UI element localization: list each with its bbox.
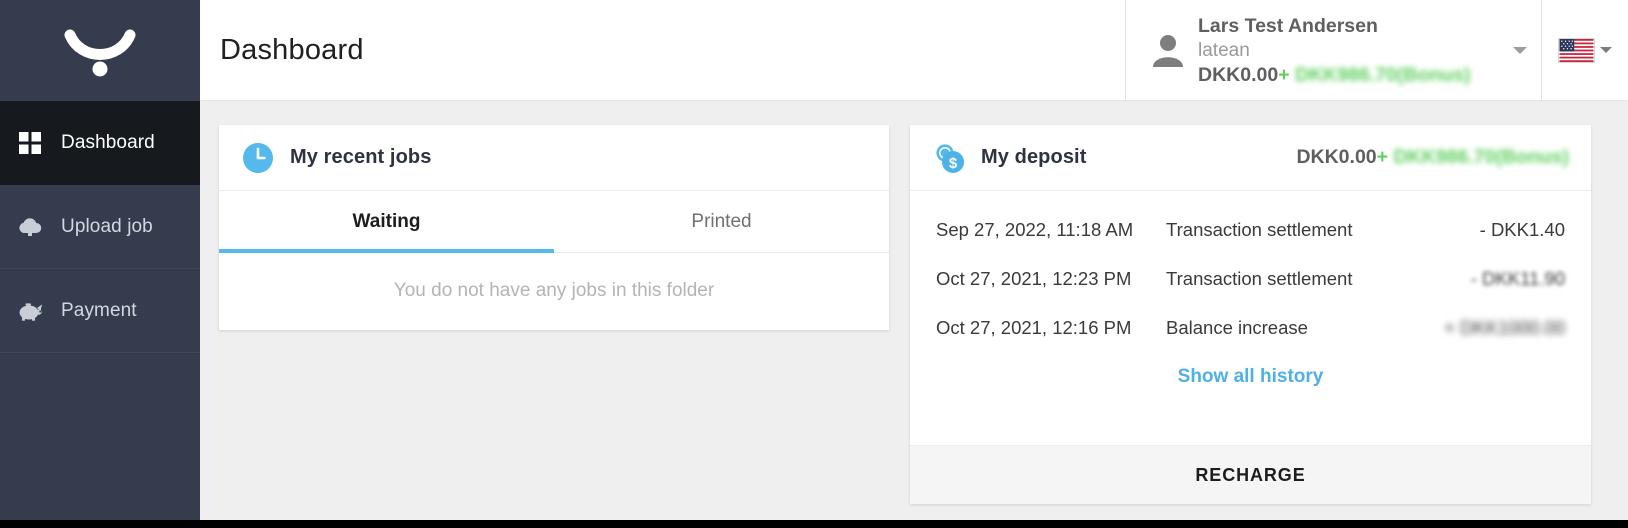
clock-icon — [243, 142, 273, 173]
recharge-footer[interactable]: RECHARGE — [910, 445, 1591, 504]
user-account-menu[interactable]: Lars Test Andersen latean DKK0.00+ DKK98… — [1125, 0, 1542, 100]
transaction-description: Balance increase — [1166, 316, 1308, 338]
deposit-plus-sign: + — [1376, 146, 1389, 168]
user-info: Lars Test Andersen latean DKK0.00+ DKK98… — [1198, 12, 1513, 88]
deposit-balance: DKK0.00+ DKK986.70(Bonus) — [1296, 146, 1569, 169]
smile-logo-icon — [64, 29, 136, 76]
dashboard-page: Dashboard Upload job Payment Dashboard L… — [0, 0, 1628, 528]
recent-jobs-title: My recent jobs — [290, 146, 432, 168]
transaction-list: Sep 27, 2022, 11:18 AM Transaction settl… — [910, 191, 1591, 388]
main-content: My recent jobs Waiting Printed You do no… — [200, 101, 1628, 520]
sidebar-item-upload-job[interactable]: Upload job — [0, 185, 200, 269]
tab-printed[interactable]: Printed — [554, 191, 889, 252]
balance-plus-sign: + — [1278, 63, 1290, 86]
piggy-bank-icon — [17, 298, 43, 324]
cloud-upload-icon — [17, 214, 43, 240]
sidebar: Dashboard Upload job Payment — [0, 0, 200, 520]
tab-waiting[interactable]: Waiting — [219, 191, 554, 253]
transaction-amount: + DKK1000.00 — [1444, 316, 1565, 338]
deposit-bonus: DKK986.70(Bonus) — [1393, 146, 1569, 168]
transaction-date: Oct 27, 2021, 12:23 PM — [936, 267, 1132, 289]
sidebar-item-dashboard[interactable]: Dashboard — [0, 101, 200, 185]
us-flag-icon — [1558, 37, 1595, 63]
language-selector[interactable] — [1542, 0, 1628, 100]
deposit-card: $ My deposit DKK0.00+ DKK986.70(Bonus) S… — [910, 125, 1591, 504]
sidebar-item-label: Upload job — [61, 216, 153, 237]
transaction-date: Oct 27, 2021, 12:16 PM — [936, 316, 1132, 338]
recharge-button[interactable]: RECHARGE — [1195, 465, 1305, 486]
transaction-date: Sep 27, 2022, 11:18 AM — [936, 218, 1134, 240]
grid-icon — [17, 130, 43, 156]
page-title: Dashboard — [220, 33, 364, 66]
sidebar-item-label: Payment — [61, 300, 137, 321]
table-row: Oct 27, 2021, 12:23 PM Transaction settl… — [936, 254, 1565, 303]
deposit-amount: DKK0.00 — [1296, 146, 1377, 168]
bottom-edge-strip — [0, 520, 1628, 528]
svg-text:$: $ — [949, 155, 958, 172]
deposit-header: $ My deposit DKK0.00+ DKK986.70(Bonus) — [910, 125, 1591, 191]
transaction-amount: - DKK1.40 — [1479, 218, 1565, 240]
top-bar: Dashboard Lars Test Andersen latean DKK0… — [200, 0, 1628, 101]
table-row: Oct 27, 2021, 12:16 PM Balance increase … — [936, 303, 1565, 352]
avatar-icon — [1153, 35, 1183, 67]
user-name: Lars Test Andersen — [1198, 15, 1378, 38]
user-balance: DKK0.00+ DKK986.70(Bonus) — [1198, 63, 1513, 88]
deposit-title: My deposit — [981, 146, 1087, 168]
jobs-empty-message: You do not have any jobs in this folder — [393, 280, 715, 301]
recent-jobs-card: My recent jobs Waiting Printed You do no… — [219, 125, 889, 330]
transaction-description: Transaction settlement — [1166, 218, 1353, 240]
app-logo[interactable] — [0, 0, 200, 101]
transaction-description: Transaction settlement — [1166, 267, 1353, 289]
coins-dollar-icon: $ — [936, 143, 964, 173]
chevron-down-icon[interactable] — [1600, 47, 1612, 53]
sidebar-item-payment[interactable]: Payment — [0, 269, 200, 353]
table-row: Sep 27, 2022, 11:18 AM Transaction settl… — [936, 205, 1565, 254]
jobs-tabs: Waiting Printed — [219, 191, 889, 253]
balance-amount: DKK0.00 — [1198, 63, 1279, 86]
user-login: latean — [1198, 39, 1250, 61]
transaction-amount: - DKK11.90 — [1470, 267, 1565, 289]
chevron-down-icon[interactable] — [1513, 46, 1527, 54]
bonus-amount: DKK986.70(Bonus) — [1295, 63, 1471, 86]
recent-jobs-header: My recent jobs — [219, 125, 889, 191]
sidebar-item-label: Dashboard — [61, 132, 155, 153]
show-all-history-link[interactable]: Show all history — [936, 352, 1565, 388]
